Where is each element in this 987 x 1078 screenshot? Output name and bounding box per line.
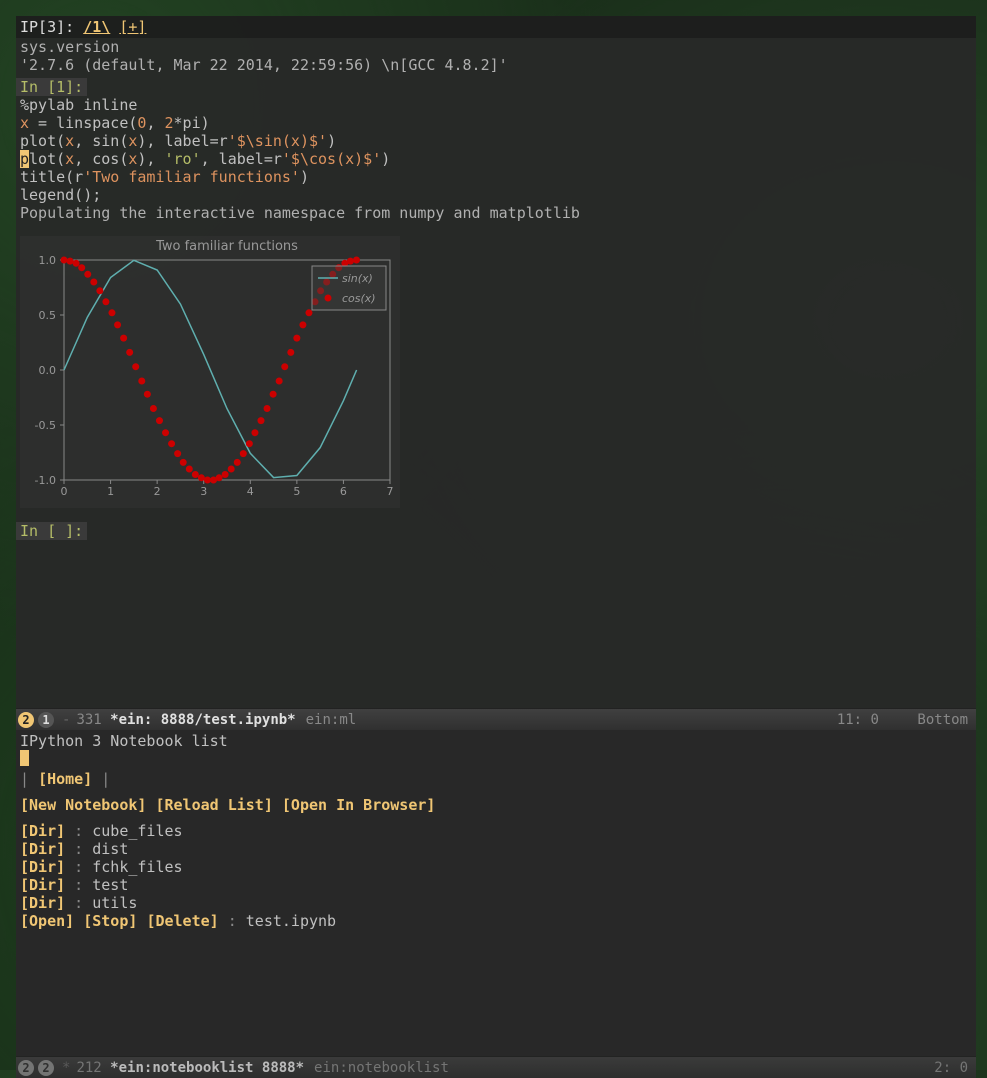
svg-text:cos(x): cos(x) bbox=[342, 292, 376, 305]
open-browser-button[interactable]: [Open In Browser] bbox=[282, 796, 436, 814]
new-notebook-button[interactable]: [New Notebook] bbox=[20, 796, 146, 814]
svg-text:0.0: 0.0 bbox=[39, 364, 57, 377]
modeline-top: 2 1 - 331 *ein: 8888/test.ipynb* ein:ml … bbox=[16, 708, 976, 730]
major-mode: ein:notebooklist bbox=[314, 1060, 449, 1076]
home-link[interactable]: [Home] bbox=[38, 770, 92, 788]
svg-text:5: 5 bbox=[293, 485, 300, 498]
cell-prompt-1: In [1]: bbox=[16, 78, 87, 96]
dir-link[interactable]: [Dir] bbox=[20, 858, 65, 876]
svg-text:0: 0 bbox=[61, 485, 68, 498]
kernel-header: IP[3]: /1\ [+] bbox=[16, 16, 976, 38]
list-item: [Dir] : utils bbox=[20, 894, 972, 912]
dir-link[interactable]: [Dir] bbox=[20, 822, 65, 840]
cursor-pos: 2: 0 bbox=[934, 1060, 968, 1076]
list-item: [Dir] : test bbox=[20, 876, 972, 894]
svg-text:2: 2 bbox=[154, 485, 161, 498]
matplotlib-figure: Two familiar functions 0 1 2 3 4 5 6 7 -1.0 -0.5 0.… bbox=[20, 236, 400, 508]
notebook-list-pane: IPython 3 Notebook list | [Home] | [New … bbox=[16, 730, 976, 1056]
open-button[interactable]: [Open] bbox=[20, 912, 74, 930]
svg-text:6: 6 bbox=[340, 485, 347, 498]
major-mode: ein:ml bbox=[306, 712, 357, 728]
svg-text:-1.0: -1.0 bbox=[35, 474, 56, 487]
line-number: 331 bbox=[76, 712, 101, 728]
dir-name[interactable]: cube_files bbox=[92, 822, 182, 840]
buffer-name: *ein: 8888/test.ipynb* bbox=[110, 712, 295, 728]
delete-button[interactable]: [Delete] bbox=[146, 912, 218, 930]
notebook-file[interactable]: test.ipynb bbox=[246, 912, 336, 930]
notebook-pane: IP[3]: /1\ [+] sys.version '2.7.6 (defau… bbox=[16, 16, 976, 708]
dir-link[interactable]: [Dir] bbox=[20, 876, 65, 894]
stop-button[interactable]: [Stop] bbox=[83, 912, 137, 930]
cursor: p bbox=[20, 150, 29, 168]
status-badge-2: 1 bbox=[38, 712, 54, 728]
kernel-label: IP[3]: bbox=[20, 18, 74, 36]
dir-link[interactable]: [Dir] bbox=[20, 840, 65, 858]
add-cell-button[interactable]: [+] bbox=[119, 18, 146, 36]
status-badge-1: 2 bbox=[18, 712, 34, 728]
svg-text:3: 3 bbox=[200, 485, 207, 498]
list-item: [Dir] : dist bbox=[20, 840, 972, 858]
cell-input-1[interactable]: %pylab inline x = linspace(0, 2*pi) plot… bbox=[16, 96, 976, 204]
line-number: 212 bbox=[76, 1060, 101, 1076]
reload-list-button[interactable]: [Reload List] bbox=[155, 796, 272, 814]
svg-text:sin(x): sin(x) bbox=[342, 272, 373, 285]
svg-text:1: 1 bbox=[107, 485, 114, 498]
cursor bbox=[20, 750, 29, 766]
buffer-name: *ein:notebooklist 8888* bbox=[110, 1060, 304, 1076]
cell-prompt-empty: In [ ]: bbox=[16, 522, 87, 540]
dir-name[interactable]: dist bbox=[92, 840, 128, 858]
svg-text:1.0: 1.0 bbox=[39, 254, 57, 267]
dir-name[interactable]: utils bbox=[92, 894, 137, 912]
kernel-indicator[interactable]: /1\ bbox=[83, 18, 110, 36]
dir-name[interactable]: test bbox=[92, 876, 128, 894]
svg-text:4: 4 bbox=[247, 485, 254, 498]
svg-text:0.5: 0.5 bbox=[39, 309, 57, 322]
list-item: [Dir] : fchk_files bbox=[20, 858, 972, 876]
svg-text:-0.5: -0.5 bbox=[35, 419, 56, 432]
modeline-bottom: 2 2 * 212 *ein:notebooklist 8888* ein:no… bbox=[16, 1056, 976, 1078]
status-badge-2: 2 bbox=[38, 1060, 54, 1076]
dir-name[interactable]: fchk_files bbox=[92, 858, 182, 876]
svg-text:7: 7 bbox=[387, 485, 394, 498]
list-item: [Dir] : cube_files bbox=[20, 822, 972, 840]
notebook-list-title: IPython 3 Notebook list bbox=[20, 732, 972, 750]
cell-output-1: Populating the interactive namespace fro… bbox=[16, 204, 976, 222]
status-badge-1: 2 bbox=[18, 1060, 34, 1076]
dir-link[interactable]: [Dir] bbox=[20, 894, 65, 912]
svg-text:Two familiar functions: Two familiar functions bbox=[155, 239, 298, 254]
scroll-pos: Bottom bbox=[917, 712, 968, 728]
cell-output-3: sys.version '2.7.6 (default, Mar 22 2014… bbox=[16, 38, 976, 74]
cell-input-empty[interactable] bbox=[16, 540, 976, 558]
cursor-pos: 11: 0 bbox=[837, 712, 879, 728]
